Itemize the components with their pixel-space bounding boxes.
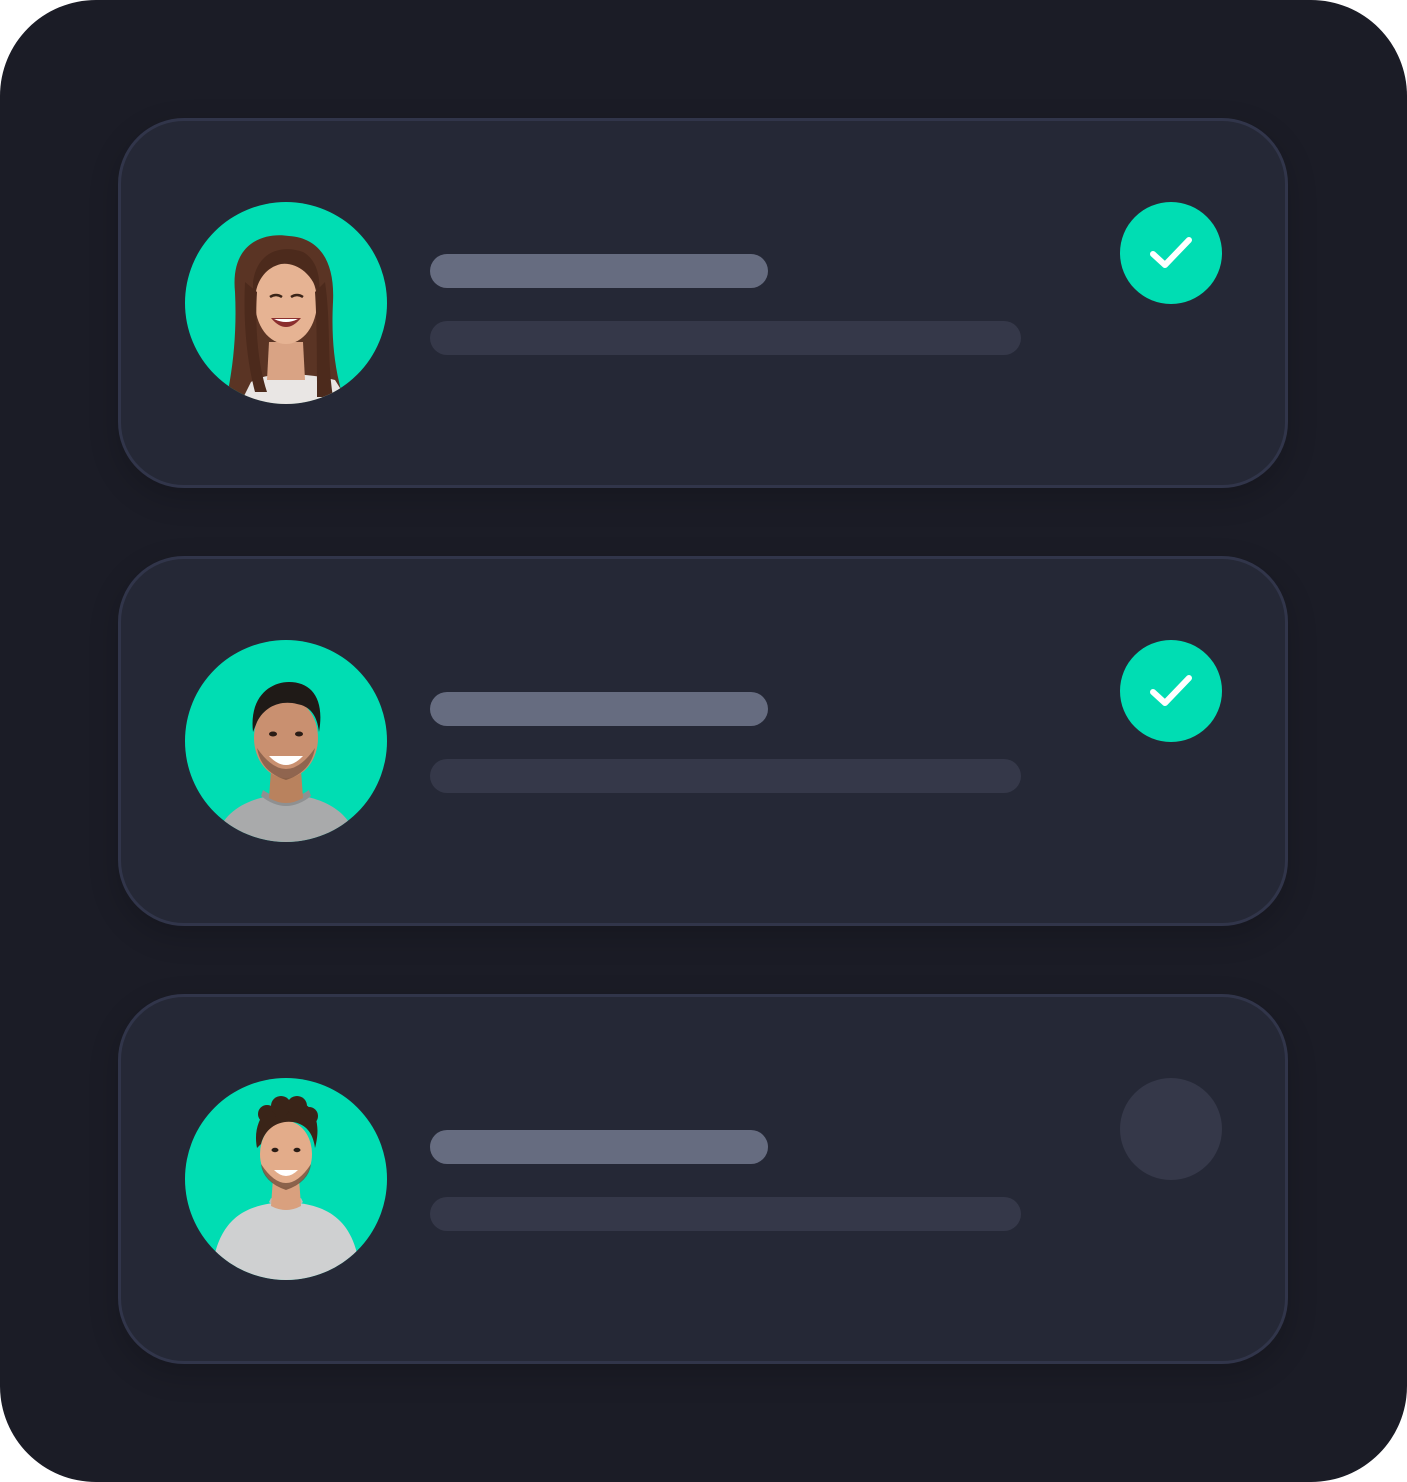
subtitle-placeholder <box>430 1197 1021 1231</box>
title-placeholder <box>430 692 768 726</box>
avatar <box>185 202 387 404</box>
list-panel <box>0 0 1407 1482</box>
avatar <box>185 1078 387 1280</box>
man-portrait-image <box>185 640 387 842</box>
checked-badge[interactable] <box>1120 202 1222 304</box>
checked-badge[interactable] <box>1120 640 1222 742</box>
subtitle-placeholder <box>430 759 1021 793</box>
title-placeholder <box>430 254 768 288</box>
title-placeholder <box>430 1130 768 1164</box>
subtitle-placeholder <box>430 321 1021 355</box>
check-icon <box>1150 237 1192 268</box>
list-item[interactable] <box>118 994 1288 1364</box>
man-portrait-image <box>185 1078 387 1280</box>
list-item[interactable] <box>118 556 1288 926</box>
unchecked-circle[interactable] <box>1120 1078 1222 1180</box>
avatar <box>185 640 387 842</box>
check-icon <box>1150 675 1192 706</box>
list-item[interactable] <box>118 118 1288 488</box>
woman-portrait-image <box>185 202 387 404</box>
